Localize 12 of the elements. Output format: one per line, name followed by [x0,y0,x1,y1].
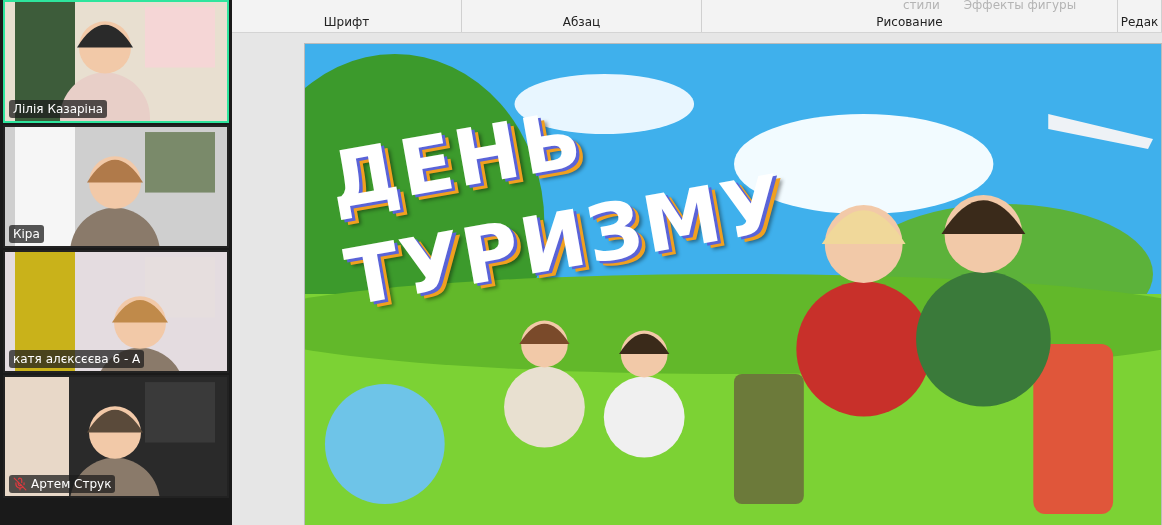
video-tile[interactable]: Кіра [3,125,229,248]
ribbon-group-label: Рисование [876,15,943,29]
video-tile[interactable]: Артем Струк [3,375,229,498]
participant-name: Лілія Казаріна [13,102,104,116]
ribbon-group-label: Шрифт [323,15,370,29]
video-tile[interactable]: катя алєксєєва 6 - А [3,250,229,373]
participant-name: Кіра [13,227,40,241]
participant-name: Артем Струк [31,477,112,491]
ribbon-group-label: Редак [1120,15,1159,29]
participant-name: катя алєксєєва 6 - А [13,352,141,366]
ribbon-group-label: Абзац [562,15,601,29]
video-tile[interactable]: Лілія Казаріна [3,0,229,123]
